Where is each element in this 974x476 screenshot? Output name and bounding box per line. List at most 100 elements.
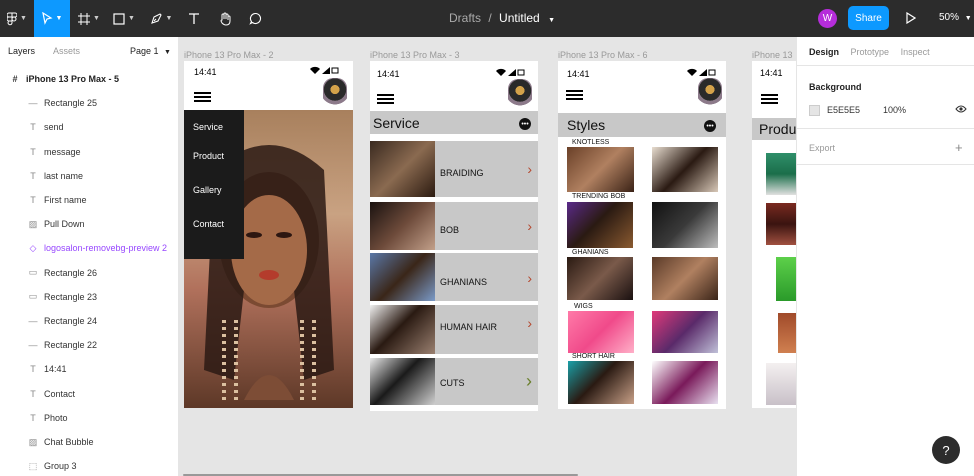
frame-tool-button[interactable]: ▼ (74, 0, 104, 37)
chevron-right-icon[interactable]: › (527, 270, 532, 286)
menu-item-contact[interactable]: Contact (193, 219, 224, 229)
layer-item[interactable]: ▨ Chat Bubble (0, 432, 179, 452)
layer-label: logosalon-removebg-preview 2 (44, 243, 168, 254)
style-photo-short-b[interactable] (652, 361, 718, 404)
layer-item[interactable]: ▭ Rectangle 23 (0, 287, 179, 307)
product-photo-2[interactable] (766, 203, 796, 245)
style-photo-knotless-b[interactable] (652, 147, 718, 192)
phone-frame-f6[interactable]: 14:41 Styles ••• KNOTLESS TRENDING BOB G… (558, 61, 726, 409)
tab-inspect[interactable]: Inspect (901, 47, 930, 57)
cursor-icon (41, 12, 53, 25)
layer-text-icon: T (30, 146, 36, 157)
style-photo-knotless-a[interactable] (567, 147, 634, 192)
service-row-bob[interactable]: BOB › (370, 202, 538, 250)
doc-folder[interactable]: Drafts (449, 11, 481, 25)
tab-prototype[interactable]: Prototype (851, 47, 890, 57)
hamburger-menu-icon[interactable] (377, 94, 394, 107)
tab-assets[interactable]: Assets (53, 46, 80, 56)
layer-label: Rectangle 22 (44, 340, 98, 351)
layer-item[interactable]: T 14:41 (0, 359, 179, 379)
style-photo-ghanians-a[interactable] (567, 257, 633, 300)
style-label-ghanians: GHANIANS (572, 249, 609, 256)
menu-item-gallery[interactable]: Gallery (193, 185, 222, 195)
pen-tool-button[interactable]: ▼ (144, 0, 178, 37)
layer-label: send (44, 122, 64, 133)
layer-item[interactable]: ◇ logosalon-removebg-preview 2 (0, 238, 179, 258)
layer-item[interactable]: ⬚ Group 3 (0, 456, 179, 476)
service-row-cuts[interactable]: CUTS › (370, 358, 538, 405)
comment-tool-button[interactable] (242, 0, 268, 37)
layer-item[interactable]: # iPhone 13 Pro Max - 5 (0, 69, 179, 89)
style-photo-bob-a[interactable] (567, 202, 633, 248)
layer-item[interactable]: Tsend (0, 117, 179, 137)
phone-frame-f2[interactable]: 14:41 Service Product Gallery Contact (184, 61, 353, 408)
hand-tool-button[interactable] (212, 0, 238, 37)
export-section-title: Export (809, 143, 836, 153)
frame-label-f6[interactable]: iPhone 13 Pro Max - 6 (558, 50, 648, 60)
chevron-right-icon[interactable]: › (527, 218, 532, 234)
present-play-icon[interactable] (906, 12, 916, 24)
share-button[interactable]: Share (848, 6, 889, 30)
product-photo-1[interactable] (766, 153, 796, 195)
text-tool-button[interactable] (182, 0, 206, 37)
product-photo-4[interactable] (778, 313, 796, 353)
layers-panel: Layers Assets Page 1 ▼ # iPhone 13 Pro Ma… (0, 37, 179, 476)
layer-text-icon: T (30, 364, 36, 375)
layer-item[interactable]: — Rectangle 22 (0, 335, 179, 355)
layer-item[interactable]: ▭ Rectangle 26 (0, 263, 179, 283)
layer-item[interactable]: — Rectangle 24 (0, 311, 179, 331)
layer-item[interactable]: T Contact (0, 384, 179, 404)
tab-layers[interactable]: Layers (8, 46, 35, 56)
layer-item[interactable]: T First name (0, 190, 179, 210)
style-photo-ghanians-b[interactable] (652, 257, 718, 300)
service-row-ghanians[interactable]: GHANIANS › (370, 253, 538, 301)
frame-label-f2[interactable]: iPhone 13 Pro Max - 2 (184, 50, 274, 60)
chevron-down-icon[interactable]: ▼ (548, 17, 555, 24)
service-row-human-hair[interactable]: HUMAN HAIR › (370, 305, 538, 354)
frame-label-f4[interactable]: iPhone 13 (752, 50, 793, 60)
hamburger-menu-icon[interactable] (566, 90, 583, 103)
main-menu-button[interactable]: ▼ (0, 0, 34, 37)
style-photo-short-a[interactable] (568, 361, 634, 404)
user-avatar[interactable]: W (818, 9, 837, 28)
layer-item[interactable]: — Rectangle 25 (0, 93, 179, 113)
frame-label-f3[interactable]: iPhone 13 Pro Max - 3 (370, 50, 460, 60)
background-color-swatch[interactable] (809, 105, 820, 116)
chevron-right-icon[interactable]: › (526, 371, 532, 392)
chevron-right-icon[interactable]: › (527, 161, 532, 177)
product-photo-3[interactable] (776, 257, 796, 301)
service-label: HUMAN HAIR (440, 322, 498, 332)
chat-bubble-icon[interactable]: ••• (519, 118, 531, 130)
layer-item[interactable]: Tmessage (0, 142, 179, 162)
menu-item-service[interactable]: Service (193, 122, 223, 132)
document-title[interactable]: Drafts / Untitled ▼ (449, 11, 555, 25)
style-photo-wigs-a[interactable] (568, 311, 634, 353)
style-photo-bob-b[interactable] (652, 202, 718, 248)
menu-item-product[interactable]: Product (193, 151, 224, 161)
layer-item[interactable]: Tlast name (0, 166, 179, 186)
style-photo-wigs-b[interactable] (652, 311, 718, 353)
doc-name[interactable]: Untitled (499, 11, 540, 25)
add-export-plus-icon[interactable]: + (955, 140, 963, 155)
help-button[interactable]: ? (932, 436, 960, 464)
background-hex-input[interactable]: E5E5E5 (827, 105, 860, 115)
section-title: Service (373, 114, 420, 131)
hamburger-menu-icon[interactable] (761, 94, 778, 107)
phone-frame-f4[interactable]: 14:41 Produ (752, 61, 796, 408)
hamburger-menu-icon[interactable] (194, 92, 211, 105)
move-tool-button[interactable]: ▼ (34, 0, 70, 37)
page-selector[interactable]: Page 1 ▼ (130, 46, 171, 56)
tab-design[interactable]: Design (809, 47, 839, 57)
eye-icon[interactable] (955, 104, 967, 114)
zoom-dropdown[interactable]: 50% ▼ (939, 12, 972, 23)
shape-tool-button[interactable]: ▼ (108, 0, 140, 37)
top-toolbar: ▼ ▼ ▼ ▼ ▼ Drafts / Untitled ▼ W Share 50… (0, 0, 974, 37)
background-opacity-input[interactable]: 100% (883, 105, 906, 115)
service-row-braiding[interactable]: BRAIDING › (370, 141, 538, 197)
chevron-right-icon[interactable]: › (527, 315, 532, 331)
layer-item[interactable]: T Photo (0, 408, 179, 428)
layer-item[interactable]: ▨ Pull Down (0, 214, 179, 234)
product-photo-5[interactable] (766, 363, 796, 405)
phone-frame-f3[interactable]: 14:41 Service ••• BRAIDING › BOB › GHANI… (370, 61, 538, 411)
chat-bubble-icon[interactable]: ••• (704, 120, 716, 132)
